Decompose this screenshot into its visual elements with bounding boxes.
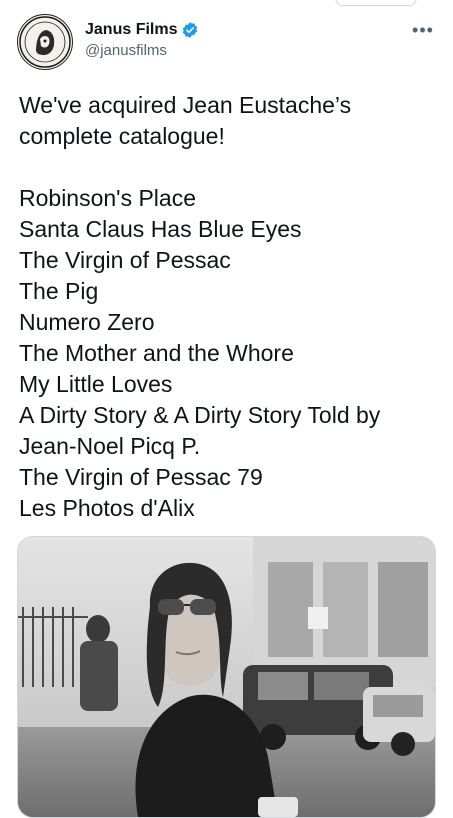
film-list-item: The Virgin of Pessac xyxy=(19,247,231,273)
tweet-text: We've acquired Jean Eustache’s complete … xyxy=(19,90,439,524)
tweet-headline: We've acquired Jean Eustache’s complete … xyxy=(19,92,352,149)
film-list-item: Santa Claus Has Blue Eyes xyxy=(19,216,302,242)
tweet-header: Janus Films @janusfilms ••• xyxy=(17,14,441,74)
top-pill-button[interactable] xyxy=(335,0,417,6)
film-list-item: The Virgin of Pessac 79 xyxy=(19,464,263,490)
avatar[interactable] xyxy=(17,14,73,70)
film-list-item: Les Photos d'Alix xyxy=(19,495,195,521)
handle[interactable]: @janusfilms xyxy=(85,41,199,61)
film-list-item: Jean-Noel Picq P. xyxy=(19,433,201,459)
film-list-item: Robinson's Place xyxy=(19,185,196,211)
verified-badge-icon xyxy=(183,22,198,38)
janus-logo-icon xyxy=(19,16,71,68)
film-list-item: The Mother and the Whore xyxy=(19,340,294,366)
more-options-icon[interactable]: ••• xyxy=(409,20,437,40)
film-list-item: A Dirty Story & A Dirty Story Told by xyxy=(19,402,381,428)
display-name[interactable]: Janus Films xyxy=(85,20,177,40)
film-list-item: My Little Loves xyxy=(19,371,173,397)
film-list-item: Numero Zero xyxy=(19,309,155,335)
tweet-photo[interactable] xyxy=(17,536,436,818)
photo-image xyxy=(18,537,435,817)
film-list-item: The Pig xyxy=(19,278,99,304)
